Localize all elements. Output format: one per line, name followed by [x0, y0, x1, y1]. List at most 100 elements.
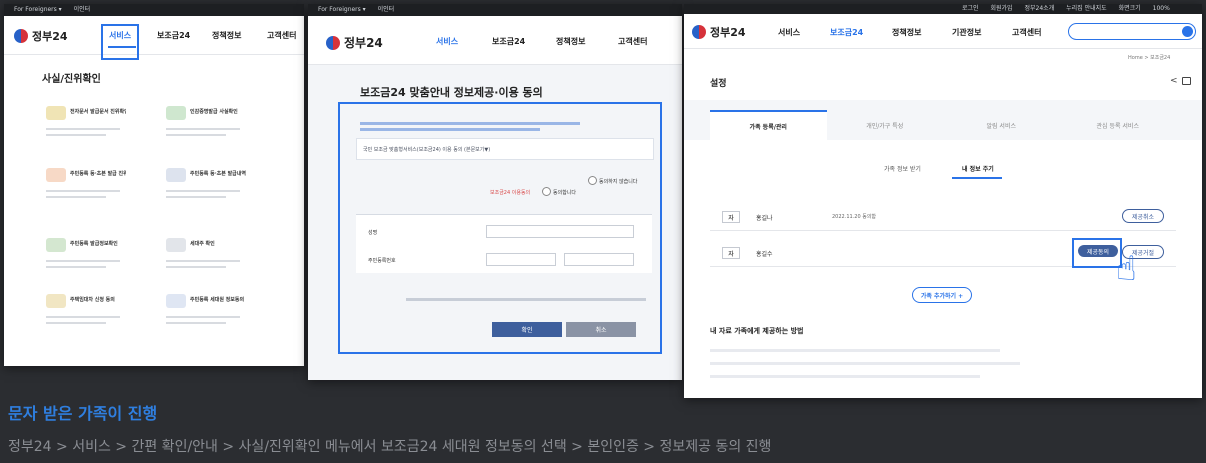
card-resident-copy-verification[interactable]: 주민등록 등·초본 발급 진위확인 — [42, 164, 126, 218]
nav-policy-info[interactable]: 정책정보 — [892, 27, 921, 38]
card-title: 주민등록 등·초본 발급내역 확인 — [190, 171, 246, 177]
rrn-field-label: 주민등록번호 — [368, 258, 396, 264]
logo[interactable]: 정부24 — [326, 34, 383, 51]
consent-date: 2022.11.20 동의함 — [832, 214, 877, 220]
tab-family-management[interactable]: 가족 등록/관리 — [710, 110, 827, 140]
nav-policy-info[interactable]: 정책정보 — [556, 36, 585, 47]
card-household-member-consent[interactable]: 주민등록 세대원 정보동의 — [162, 290, 246, 344]
agree-label: 동의합니다 — [553, 190, 577, 196]
revoke-button[interactable]: 제공취소 — [1122, 209, 1164, 223]
disagree-label: 동의하지 않습니다 — [599, 179, 638, 185]
print-icon[interactable] — [1182, 77, 1191, 85]
rrn-front-input[interactable] — [486, 253, 556, 266]
subtab-active-underline — [952, 177, 1002, 179]
page-title: 보조금24 맞춤안내 정보제공·이용 동의 — [360, 86, 543, 99]
card-title: 주택임대차 신청 동의 — [70, 297, 115, 303]
relation-badge: 자 — [722, 247, 740, 259]
privacy-notice — [406, 298, 646, 301]
foreigners-link[interactable]: For Foreigners ▾ — [318, 6, 366, 13]
language-link[interactable]: 이인터 — [378, 6, 395, 13]
house-icon — [166, 238, 186, 252]
site-header: 정부24 서비스 보조금24 정책정보 고객센터 — [4, 16, 304, 55]
screenshot-consent-form: For Foreigners ▾ 이인터 정부24 서비스 보조금24 정책정보… — [308, 4, 682, 380]
tab-interest-services[interactable]: 관심 등록 서비스 — [1060, 110, 1177, 140]
subtab-receive-info[interactable]: 가족 정보 받기 — [884, 164, 921, 173]
nav-subsidy24[interactable]: 보조금24 — [492, 36, 525, 47]
member-name: 홍길수 — [756, 251, 773, 258]
logo[interactable]: 정부24 — [14, 28, 68, 44]
card-resident-copy-history[interactable]: 주민등록 등·초본 발급내역 확인 — [162, 164, 246, 218]
nav-customer-center[interactable]: 고객센터 — [267, 30, 296, 41]
card-document-verification[interactable]: 전자문서 발급문서 진위확인 — [42, 102, 126, 156]
screen-size-label: 화면크기 — [1118, 5, 1141, 12]
cancel-button[interactable]: 취소 — [566, 322, 636, 337]
card-title: 주민등록 등·초본 발급 진위확인 — [70, 171, 126, 177]
tab-household-traits[interactable]: 개인/가구 특성 — [827, 110, 944, 140]
nav-services[interactable]: 서비스 — [436, 36, 458, 47]
nav-subsidy24[interactable]: 보조금24 — [157, 30, 190, 41]
nav-customer-center[interactable]: 고객센터 — [618, 36, 647, 47]
nav-customer-center[interactable]: 고객센터 — [1012, 27, 1041, 38]
disagree-radio[interactable] — [588, 176, 597, 185]
breadcrumb: Home > 보조금24 — [1128, 55, 1171, 61]
site-header: 정부24 서비스 보조금24 정책정보 고객센터 — [308, 16, 682, 65]
card-title: 주민등록 세대원 정보동의 — [190, 297, 245, 303]
consent-section-label[interactable]: 국민 보조금 맞춤형서비스(보조금24) 이용 동의 (본문보기▼) — [363, 146, 490, 153]
nav-services[interactable]: 서비스 — [778, 27, 800, 38]
member-name: 홍길나 — [756, 215, 773, 222]
name-input[interactable] — [486, 225, 634, 238]
language-link[interactable]: 이인터 — [74, 6, 91, 13]
house-card-icon — [46, 238, 66, 252]
section-title: 사실/진위확인 — [42, 74, 101, 85]
logo[interactable]: 정부24 — [692, 24, 746, 40]
search-input[interactable] — [1068, 23, 1196, 40]
agree-radio[interactable] — [542, 187, 551, 196]
card-title: 주민등록 발급정보확인 — [70, 241, 118, 247]
consent-section: 국민 보조금 맞춤형서비스(보조금24) 이용 동의 (본문보기▼) — [356, 138, 654, 160]
login-link[interactable]: 로그인 — [962, 5, 979, 12]
tab-bar: 가족 등록/관리 개인/가구 특성 알림 서비스 관심 등록 서비스 — [710, 110, 1176, 140]
about-link[interactable]: 정부24소개 — [1025, 5, 1055, 12]
zoom-level[interactable]: 100% — [1153, 5, 1170, 12]
consent-label: 보조금24 이용동의 — [490, 190, 531, 196]
nav-policy-info[interactable]: 정책정보 — [212, 30, 241, 41]
government-emblem-icon — [14, 29, 28, 43]
history-icon — [166, 168, 186, 182]
share-icon[interactable]: < — [1170, 76, 1178, 86]
card-resident-issue-info[interactable]: 주민등록 발급정보확인 — [42, 234, 126, 288]
subtab-give-info[interactable]: 내 정보 주기 — [962, 164, 994, 173]
seal-icon — [166, 106, 186, 120]
rrn-back-input[interactable] — [564, 253, 634, 266]
government-emblem-icon — [326, 35, 340, 50]
add-family-button[interactable]: 가족 추가하기 + — [912, 287, 972, 303]
card-householder-check[interactable]: 세대주 확인 — [162, 234, 246, 288]
confirm-button[interactable]: 확인 — [492, 322, 562, 337]
brand-name: 정부24 — [32, 30, 68, 43]
screenshot-service-menu: For Foreigners ▾ 이인터 정부24 서비스 보조금24 정책정보… — [4, 4, 304, 366]
tab-notifications[interactable]: 알림 서비스 — [943, 110, 1060, 140]
foreigners-link[interactable]: For Foreigners ▾ — [14, 6, 62, 13]
brand-name: 정부24 — [344, 36, 383, 50]
search-icon[interactable] — [1182, 26, 1193, 37]
sitemap-link[interactable]: 누리집 안내지도 — [1066, 5, 1107, 12]
page-title: 설정 — [710, 79, 727, 89]
card-title: 인감증명발급 사실확인 — [190, 109, 238, 115]
id-card-icon — [46, 168, 66, 182]
caption-description: 정부24 > 서비스 > 간편 확인/안내 > 사실/진위확인 메뉴에서 보조금… — [8, 439, 772, 455]
document-icon — [46, 106, 66, 120]
name-field-label: 성명 — [368, 230, 378, 236]
guide-title: 내 자료 가족에게 제공하는 방법 — [710, 327, 804, 335]
top-bar: For Foreigners ▾ 이인터 — [308, 4, 682, 16]
top-bar: 로그인 회원가입 정부24소개 누리집 안내지도 화면크기 100% — [684, 4, 1202, 14]
top-bar: For Foreigners ▾ 이인터 — [4, 4, 304, 16]
family-icon — [166, 294, 186, 308]
nav-agency-info[interactable]: 기관정보 — [952, 27, 981, 38]
signup-link[interactable]: 회원가입 — [990, 5, 1012, 12]
screenshot-family-settings: 로그인 회원가입 정부24소개 누리집 안내지도 화면크기 100% 정부24 … — [684, 4, 1202, 398]
card-lease-consent[interactable]: 주택임대차 신청 동의 — [42, 290, 126, 344]
table-row: 자 홍길나 2022.11.20 동의함 제공취소 — [710, 204, 1176, 231]
card-seal-certificate[interactable]: 인감증명발급 사실확인 — [162, 102, 246, 156]
relation-badge: 자 — [722, 211, 740, 223]
identity-form: 성명 주민등록번호 — [356, 214, 652, 273]
nav-subsidy24[interactable]: 보조금24 — [830, 27, 863, 38]
